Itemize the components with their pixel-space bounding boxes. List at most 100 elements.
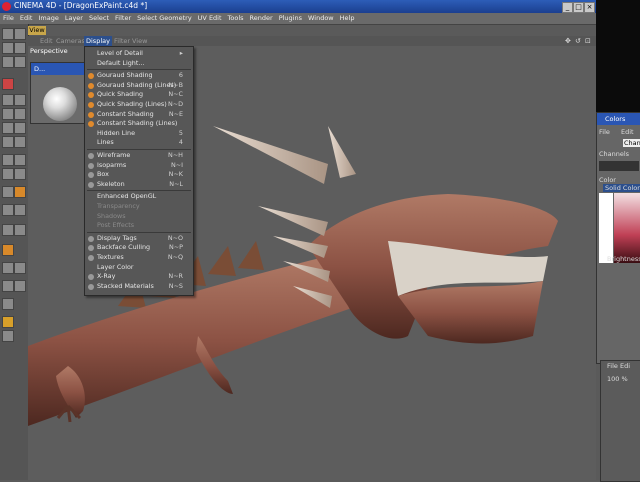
view-menu-display[interactable]: Display: [84, 36, 112, 46]
brush-icon[interactable]: [2, 94, 14, 106]
projection-icon[interactable]: [14, 204, 26, 216]
smear-icon[interactable]: [14, 122, 26, 134]
menu-edit[interactable]: Edit: [17, 13, 36, 24]
move-icon[interactable]: [14, 42, 26, 54]
display-menu-item[interactable]: Default Light...: [85, 59, 193, 69]
menu-help[interactable]: Help: [337, 13, 358, 24]
display-mode-icon: [88, 162, 94, 169]
display-menu-item[interactable]: Gouraud Shading (Lines) N~B: [85, 81, 193, 91]
display-menu-item-shortcut: N~R: [168, 272, 183, 281]
menu-window[interactable]: Window: [305, 13, 337, 24]
lasso-icon[interactable]: [2, 154, 14, 166]
menu-uv-edit[interactable]: UV Edit: [195, 13, 225, 24]
attr-menu-file[interactable]: File: [607, 362, 618, 370]
pencil-icon[interactable]: [14, 94, 26, 106]
marquee-icon[interactable]: [2, 168, 14, 180]
checker2-icon[interactable]: [14, 262, 26, 274]
display-menu-item-shortcut: N~E: [168, 109, 183, 118]
redo-icon[interactable]: [14, 28, 26, 40]
display-menu-item[interactable]: X-Ray N~R: [85, 272, 193, 282]
colors-menu-file[interactable]: File: [599, 128, 610, 136]
scale-icon[interactable]: [2, 56, 14, 68]
uv-icon[interactable]: [14, 224, 26, 236]
shading-icon: [88, 82, 94, 89]
view-menu-view[interactable]: View: [132, 36, 147, 46]
menu-select-geometry[interactable]: Select Geometry: [134, 13, 195, 24]
color-gradient-picker[interactable]: [614, 193, 640, 263]
brightness-label: Brightness: [607, 255, 640, 263]
display-menu-item[interactable]: Quick Shading N~C: [85, 90, 193, 100]
display-mode-icon: [88, 274, 94, 281]
select-icon[interactable]: [2, 42, 14, 54]
zoom-view-icon[interactable]: ⊡: [585, 37, 591, 45]
menu-image[interactable]: Image: [35, 13, 61, 24]
magic-wand-icon[interactable]: [14, 154, 26, 166]
clone-icon[interactable]: [2, 122, 14, 134]
display-menu-item[interactable]: Constant Shading (Lines): [85, 119, 193, 129]
eraser-icon[interactable]: [2, 108, 14, 120]
display-menu-item[interactable]: Lines 4: [85, 138, 193, 148]
checker-icon[interactable]: [2, 262, 14, 274]
solid-color-dropdown[interactable]: Solid Color: [603, 184, 640, 192]
view-menu-filter[interactable]: Filter: [114, 36, 130, 46]
display-menu-item[interactable]: Quick Shading (Lines) N~D: [85, 100, 193, 110]
rotate-icon[interactable]: [14, 56, 26, 68]
paint-icon[interactable]: [2, 204, 14, 216]
display-menu-item[interactable]: Gouraud Shading 6: [85, 71, 193, 81]
move-view-icon[interactable]: ✥: [565, 37, 571, 45]
display-menu-item[interactable]: Backface Culling N~P: [85, 243, 193, 253]
restore-button[interactable]: □: [573, 2, 584, 13]
menu-render[interactable]: Render: [247, 13, 276, 24]
view-menu-cameras[interactable]: Cameras: [56, 36, 85, 46]
menu-file[interactable]: File: [0, 13, 17, 24]
view-tab[interactable]: View: [28, 26, 46, 35]
close-button[interactable]: ×: [584, 2, 595, 13]
display-menu-item[interactable]: Textures N~Q: [85, 253, 193, 263]
channel-field[interactable]: Channe: [623, 139, 640, 147]
display-menu-item[interactable]: Layer Color: [85, 263, 193, 273]
menu-filter[interactable]: Filter: [112, 13, 134, 24]
material-preview-sphere[interactable]: [43, 87, 77, 121]
color-swatch[interactable]: [599, 193, 613, 263]
attr-menu-edit[interactable]: Edi: [620, 362, 630, 370]
menu-select[interactable]: Select: [86, 13, 112, 24]
mesh2-icon[interactable]: [14, 280, 26, 292]
grid-icon[interactable]: [2, 224, 14, 236]
display-menu-item[interactable]: Enhanced OpenGL: [85, 192, 193, 202]
display-menu-item[interactable]: Isoparms N~I: [85, 161, 193, 171]
display-menu-item-shortcut: N~D: [167, 100, 183, 108]
display-menu-item[interactable]: Skeleton N~L: [85, 180, 193, 190]
display-menu-item[interactable]: Stacked Materials N~S: [85, 282, 193, 292]
fill-icon[interactable]: [14, 108, 26, 120]
record-icon[interactable]: [2, 78, 14, 90]
color-picker-icon[interactable]: [14, 186, 26, 198]
text-icon[interactable]: [2, 186, 14, 198]
display-menu-item[interactable]: Hidden Line 5: [85, 129, 193, 139]
display-menu-item[interactable]: Wireframe N~H: [85, 151, 193, 161]
display-menu-item[interactable]: Level of Detail ▸: [85, 49, 193, 59]
target-icon[interactable]: [2, 330, 14, 342]
channel-swatches[interactable]: [599, 161, 639, 171]
camera-icon[interactable]: [2, 298, 14, 310]
sharpen-icon[interactable]: [14, 136, 26, 148]
lock-icon[interactable]: [2, 316, 14, 328]
minimize-button[interactable]: _: [562, 2, 573, 13]
polygon-select-icon[interactable]: [14, 168, 26, 180]
colors-menu-edit[interactable]: Edit: [621, 128, 634, 136]
display-menu-item-label: Quick Shading (Lines): [97, 100, 167, 108]
menu-tools[interactable]: Tools: [225, 13, 247, 24]
mesh-icon[interactable]: [2, 280, 14, 292]
display-menu-item-shortcut: N~L: [169, 179, 183, 188]
menu-plugins[interactable]: Plugins: [276, 13, 305, 24]
view-menu-edit[interactable]: Edit: [40, 36, 53, 46]
material-window[interactable]: D...: [30, 62, 90, 124]
undo-icon[interactable]: [2, 28, 14, 40]
menu-layer[interactable]: Layer: [62, 13, 86, 24]
material-icon[interactable]: [2, 244, 14, 256]
display-menu-item[interactable]: Display Tags N~O: [85, 234, 193, 244]
rotate-view-icon[interactable]: ↺: [575, 37, 581, 45]
display-menu-item[interactable]: Box N~K: [85, 170, 193, 180]
display-menu-item[interactable]: Constant Shading N~E: [85, 110, 193, 120]
blur-icon[interactable]: [2, 136, 14, 148]
zoom-level[interactable]: 100 %: [607, 375, 628, 383]
